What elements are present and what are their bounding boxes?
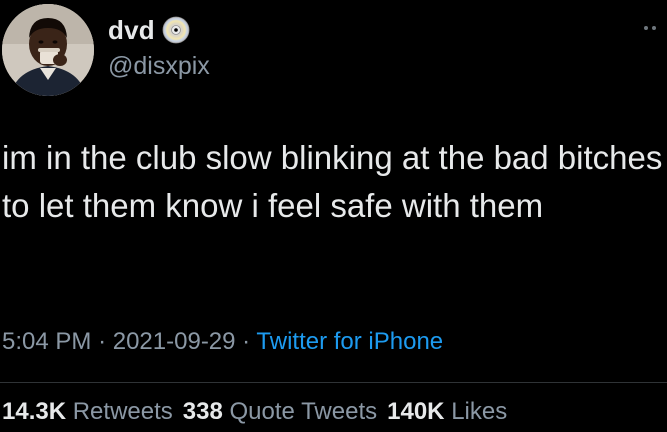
meta-separator: · xyxy=(98,328,107,355)
divider xyxy=(0,382,667,383)
tweet-card: dvd @disxpix im in the club slow blinkin… xyxy=(0,0,667,432)
likes-count: 140K xyxy=(387,398,445,425)
tweet-text: im in the club slow blinking at the bad … xyxy=(2,139,663,224)
tweet-metadata: 5:04 PM · 2021-09-29 · Twitter for iPhon… xyxy=(2,328,443,356)
quote-tweets-count: 338 xyxy=(182,398,223,425)
tweet-stats: 14.3K Retweets 338 Quote Tweets 140K Lik… xyxy=(2,398,507,426)
more-options-icon[interactable] xyxy=(640,20,666,36)
tweet-source-link[interactable]: Twitter for iPhone xyxy=(256,328,443,355)
cd-disc-icon xyxy=(161,15,191,45)
display-name[interactable]: dvd xyxy=(108,15,155,46)
likes-stat[interactable]: 140K Likes xyxy=(387,398,507,426)
retweets-count: 14.3K xyxy=(2,398,67,425)
quote-tweets-stat[interactable]: 338 Quote Tweets xyxy=(183,398,377,426)
tweet-date[interactable]: 2021-09-29 xyxy=(113,328,236,355)
tweet-time[interactable]: 5:04 PM xyxy=(2,328,91,355)
user-handle[interactable]: @disxpix xyxy=(108,52,210,81)
likes-label: Likes xyxy=(451,398,508,425)
author-name-row: dvd xyxy=(108,12,191,48)
avatar-photo xyxy=(2,4,94,96)
meta-separator: · xyxy=(242,328,251,355)
retweets-label: Retweets xyxy=(72,398,173,425)
quote-tweets-label: Quote Tweets xyxy=(229,398,378,425)
avatar[interactable] xyxy=(2,4,94,96)
retweets-stat[interactable]: 14.3K Retweets xyxy=(2,398,173,426)
